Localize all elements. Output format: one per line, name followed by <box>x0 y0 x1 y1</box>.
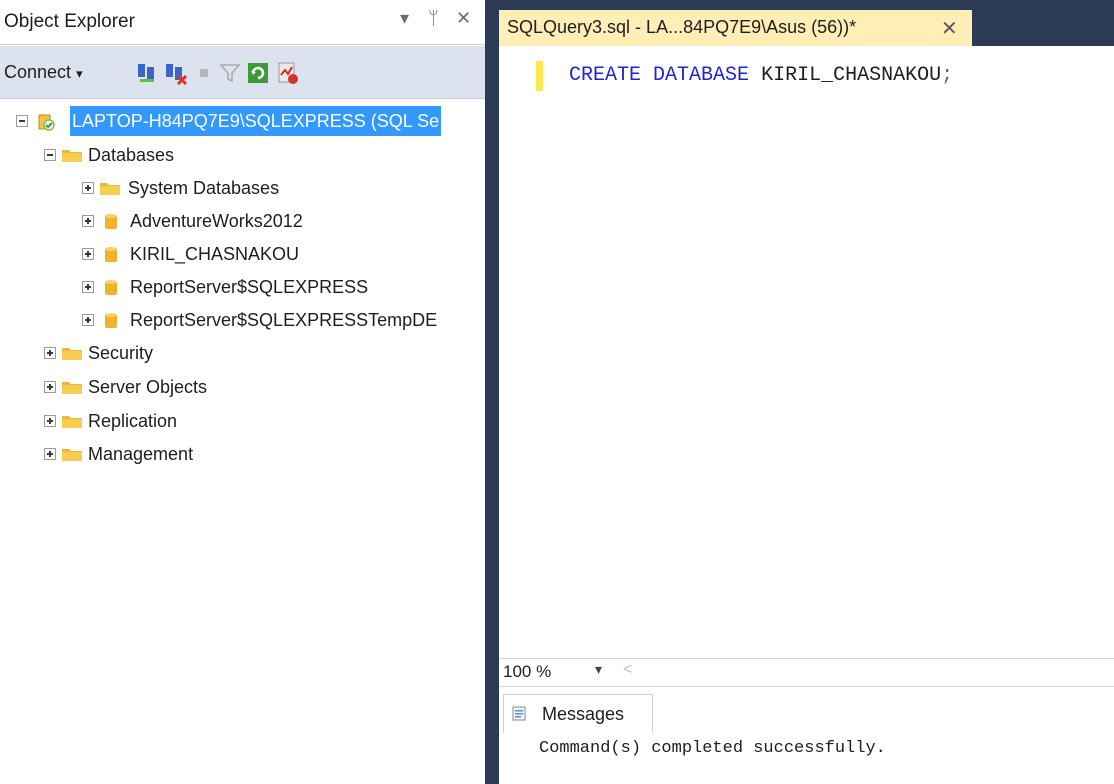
expand-icon[interactable] <box>44 415 56 427</box>
tab-title: SQLQuery3.sql - LA...84PQ7E9\Asus (56))* <box>507 17 857 37</box>
messages-icon <box>512 706 526 721</box>
activity-monitor-icon[interactable] <box>276 61 300 85</box>
dropdown-arrow-icon[interactable]: ▾ <box>400 8 409 28</box>
connect-label: Connect <box>4 62 72 82</box>
code-identifier: KIRIL_CHASNAKOU <box>761 64 942 87</box>
zoom-bar: 100 % ▾ < <box>499 658 1114 687</box>
connect-button[interactable]: Connect ▾ <box>4 62 83 83</box>
tree-node-database[interactable]: AdventureWorks2012 <box>0 206 485 236</box>
tree-node-label: Management <box>88 444 194 464</box>
tree-node-label: KIRIL_CHASNAKOU <box>130 244 300 264</box>
database-icon <box>105 247 117 262</box>
result-message: Command(s) completed successfully. <box>539 739 886 758</box>
code-line: CREATE DATABASE KIRIL_CHASNAKOU; <box>569 61 953 91</box>
code-keyword: CREATE <box>569 64 642 87</box>
database-icon <box>105 313 117 328</box>
object-explorer-panel: Object Explorer ▾ ᛘ ✕ Connect ▾ LAPTOP-H… <box>0 0 485 784</box>
tree-node-label: AdventureWorks2012 <box>130 211 303 231</box>
folder-icon <box>62 449 82 461</box>
disconnect-icon[interactable] <box>164 61 188 85</box>
document-tab-bar: SQLQuery3.sql - LA...84PQ7E9\Asus (56))*… <box>499 0 1114 48</box>
object-explorer-titlebar: Object Explorer ▾ ᛘ ✕ <box>0 0 485 45</box>
collapse-icon[interactable] <box>44 149 56 161</box>
folder-icon <box>62 348 82 360</box>
tree-node-label: LAPTOP-H84PQ7E9\SQLEXPRESS (SQL Se <box>70 106 442 136</box>
tree-node-server-objects[interactable]: Server Objects <box>0 372 485 402</box>
connect-object-explorer-icon[interactable] <box>136 61 160 85</box>
tree-node-label: ReportServer$SQLEXPRESSTempDE <box>130 310 438 330</box>
expand-icon[interactable] <box>82 281 94 293</box>
tree-node-database[interactable]: ReportServer$SQLEXPRESS <box>0 272 485 302</box>
tree-node-security[interactable]: Security <box>0 338 485 368</box>
expand-icon[interactable] <box>82 314 94 326</box>
pin-icon[interactable]: ᛘ <box>428 8 439 28</box>
tree-node-label: Databases <box>88 145 175 165</box>
tree-node-databases[interactable]: Databases <box>0 140 485 170</box>
expand-icon[interactable] <box>82 248 94 260</box>
folder-icon <box>62 150 82 162</box>
close-icon[interactable]: ✕ <box>456 8 471 28</box>
change-indicator <box>536 61 543 91</box>
database-icon <box>105 280 117 295</box>
tree-node-database[interactable]: KIRIL_CHASNAKOU <box>0 239 485 269</box>
object-explorer-title: Object Explorer <box>4 11 135 32</box>
expand-icon[interactable] <box>44 448 56 460</box>
tree-node-label: Security <box>88 343 154 363</box>
tab-sqlquery3[interactable]: SQLQuery3.sql - LA...84PQ7E9\Asus (56))*… <box>499 10 972 48</box>
folder-icon <box>62 416 82 428</box>
expand-icon[interactable] <box>82 182 94 194</box>
collapse-icon[interactable] <box>16 115 28 127</box>
tree-node-system-databases[interactable]: System Databases <box>0 173 485 203</box>
code-keyword: DATABASE <box>653 64 750 87</box>
database-icon <box>105 214 117 229</box>
tree-node-management[interactable]: Management <box>0 439 485 469</box>
expand-icon[interactable] <box>82 215 94 227</box>
expand-icon[interactable] <box>44 381 56 393</box>
folder-icon <box>62 382 82 394</box>
server-icon <box>38 114 55 131</box>
stop-icon[interactable] <box>192 61 216 85</box>
code-semicolon: ; <box>941 64 954 87</box>
tree-node-label: Replication <box>88 411 178 431</box>
refresh-icon[interactable] <box>246 61 270 85</box>
messages-tab-label: Messages <box>542 704 625 724</box>
tree-node-server[interactable]: LAPTOP-H84PQ7E9\SQLEXPRESS (SQL Se <box>0 106 485 136</box>
chevron-down-icon: ▾ <box>76 66 83 81</box>
tree-node-label: ReportServer$SQLEXPRESS <box>130 277 369 297</box>
scroll-left-icon[interactable]: < <box>623 661 632 679</box>
tree-node-label: System Databases <box>128 178 280 198</box>
tree-node-replication[interactable]: Replication <box>0 406 485 436</box>
close-tab-icon[interactable]: ✕ <box>941 16 958 41</box>
zoom-dropdown-icon[interactable]: ▾ <box>595 661 602 678</box>
query-editor-panel: SQLQuery3.sql - LA...84PQ7E9\Asus (56))*… <box>499 0 1114 784</box>
object-explorer-toolbar: Connect ▾ <box>0 46 485 99</box>
tree-node-label: Server Objects <box>88 377 208 397</box>
zoom-level[interactable]: 100 % <box>503 662 551 682</box>
tab-messages[interactable]: Messages <box>503 694 653 733</box>
folder-icon <box>100 183 120 195</box>
tree-node-database[interactable]: ReportServer$SQLEXPRESSTempDE <box>0 305 485 335</box>
filter-icon[interactable] <box>218 61 242 85</box>
results-pane: Messages Command(s) completed successful… <box>499 686 1114 784</box>
sql-code-editor[interactable]: CREATE DATABASE KIRIL_CHASNAKOU; <box>499 46 1114 658</box>
panel-splitter[interactable] <box>485 0 499 784</box>
expand-icon[interactable] <box>44 347 56 359</box>
